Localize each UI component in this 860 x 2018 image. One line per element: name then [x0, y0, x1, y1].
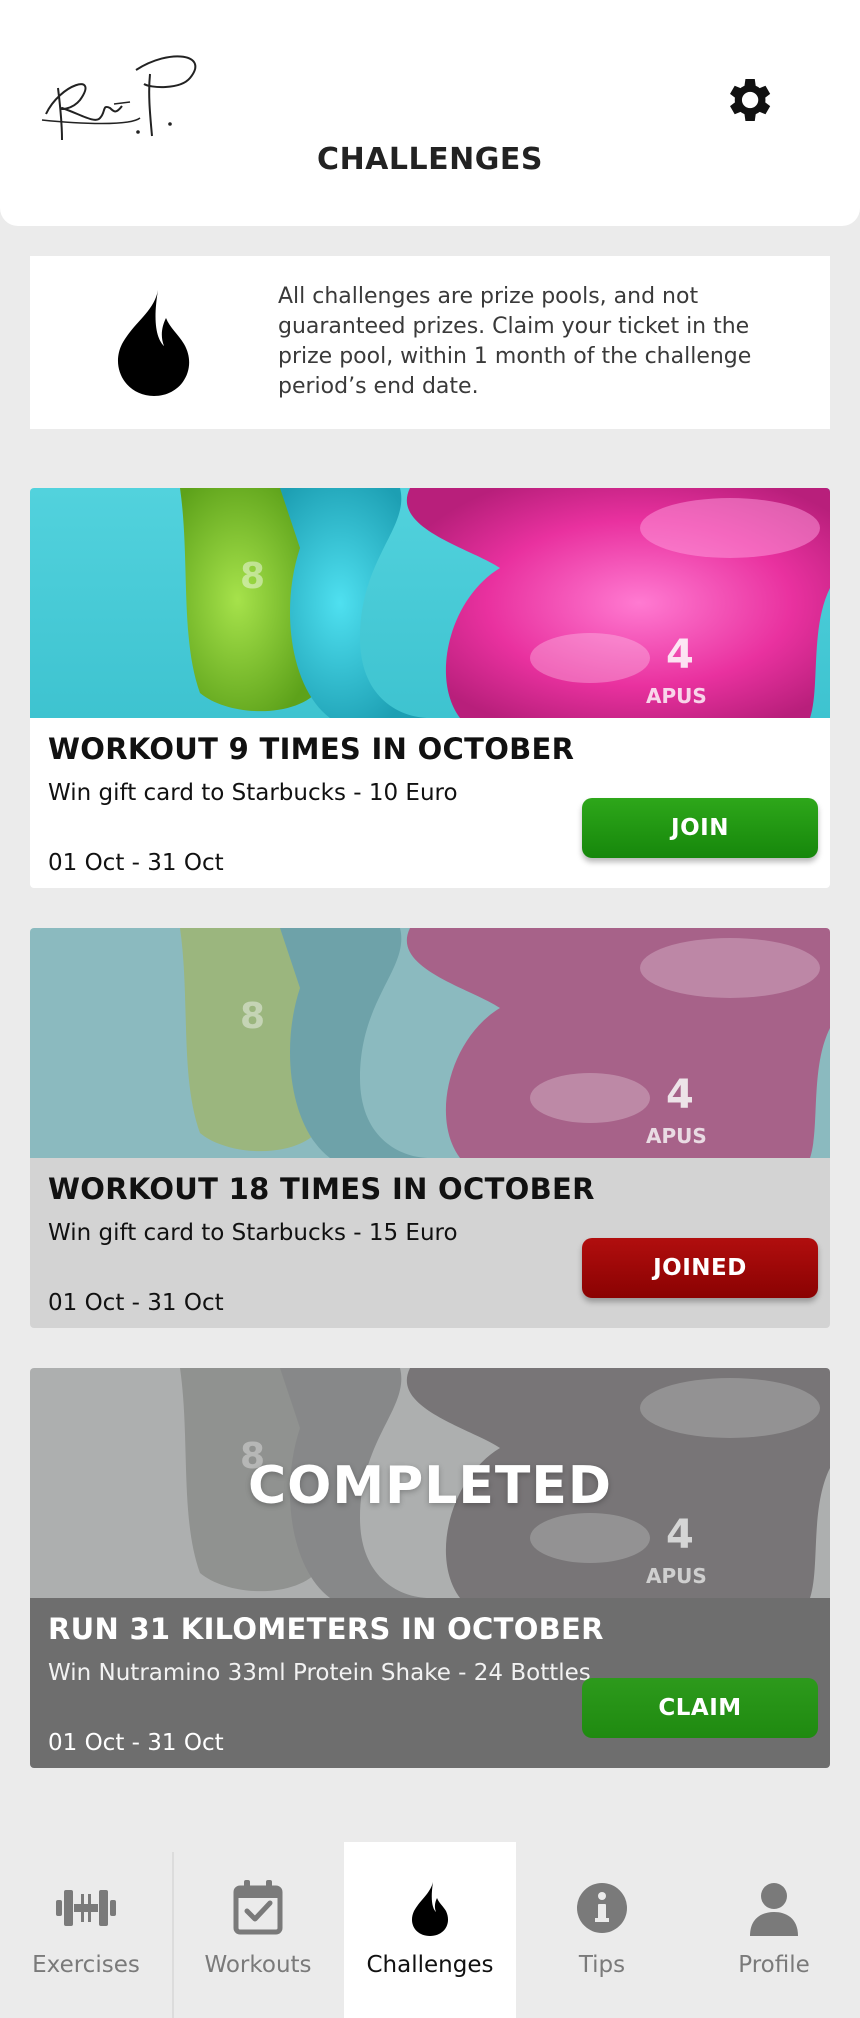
- challenge-card[interactable]: 4 APUS 8 WORKOUT 18 TIMES IN OCTOBER Win…: [30, 928, 830, 1328]
- user-icon: [750, 1883, 798, 1936]
- calendar-check-icon: [233, 1880, 283, 1935]
- challenge-title: WORKOUT 9 TIMES IN OCTOBER: [48, 732, 575, 766]
- nav-item-tips[interactable]: Tips: [516, 1842, 688, 2018]
- nav-label: Exercises: [32, 1952, 140, 1978]
- challenge-dates: 01 Oct - 31 Oct: [48, 850, 224, 876]
- nav-item-exercises[interactable]: Exercises: [0, 1842, 172, 2018]
- challenge-image: 4 APUS 8: [30, 928, 830, 1158]
- nav-label: Workouts: [204, 1952, 312, 1978]
- kettlebell-number: 4: [666, 632, 694, 678]
- challenge-prize: Win Nutramino 33ml Protein Shake - 24 Bo…: [48, 1660, 591, 1686]
- completed-overlay: COMPLETED: [247, 1456, 613, 1516]
- challenge-image: 4 APUS 8: [30, 488, 830, 718]
- brand-text: APUS: [646, 684, 707, 708]
- challenge-title: RUN 31 KILOMETERS IN OCTOBER: [48, 1612, 604, 1646]
- challenge-card[interactable]: 4 APUS 8 WORKOUT 9 TIMES IN OCTOBER Win …: [30, 488, 830, 888]
- bottom-nav: Exercises Workouts Challenges Tips Profi…: [0, 1842, 860, 2018]
- challenge-prize: Win gift card to Starbucks - 10 Euro: [48, 780, 458, 806]
- kettlebell-number: 8: [240, 996, 265, 1037]
- challenge-image: 4 APUS 8 COMPLETED: [30, 1368, 830, 1598]
- challenge-dates: 01 Oct - 31 Oct: [48, 1290, 224, 1316]
- challenge-body: WORKOUT 18 TIMES IN OCTOBER Win gift car…: [30, 1158, 830, 1328]
- page-title: CHALLENGES: [317, 142, 543, 177]
- kettlebell-number: 4: [666, 1072, 694, 1118]
- brand-text: APUS: [646, 1564, 707, 1588]
- challenge-card[interactable]: 4 APUS 8 COMPLETED RUN 31 KILOMETERS IN …: [30, 1368, 830, 1768]
- nav-item-workouts[interactable]: Workouts: [172, 1842, 344, 2018]
- app-header: CHALLENGES: [0, 0, 860, 226]
- kettlebell-number: 8: [240, 556, 265, 597]
- join-button[interactable]: JOIN: [582, 798, 818, 858]
- nav-item-challenges[interactable]: Challenges: [344, 1842, 516, 2018]
- kettlebell-number: 4: [666, 1512, 694, 1558]
- nav-label: Challenges: [366, 1952, 494, 1978]
- info-text: All challenges are prize pools, and not …: [278, 284, 752, 399]
- brand-text: APUS: [646, 1124, 707, 1148]
- challenge-prize: Win gift card to Starbucks - 15 Euro: [48, 1220, 458, 1246]
- nav-label: Profile: [738, 1952, 810, 1978]
- info-circle-icon: [577, 1883, 627, 1933]
- challenge-body: RUN 31 KILOMETERS IN OCTOBER Win Nutrami…: [30, 1598, 830, 1768]
- nav-label: Tips: [578, 1952, 626, 1978]
- flame-icon: [117, 290, 190, 396]
- challenge-body: WORKOUT 9 TIMES IN OCTOBER Win gift card…: [30, 718, 830, 888]
- challenge-title: WORKOUT 18 TIMES IN OCTOBER: [48, 1172, 595, 1206]
- claim-button[interactable]: CLAIM: [582, 1678, 818, 1738]
- signature-logo: [41, 55, 197, 141]
- dumbbell-icon: [56, 1890, 116, 1926]
- joined-button[interactable]: JOINED: [582, 1238, 818, 1298]
- challenge-dates: 01 Oct - 31 Oct: [48, 1730, 224, 1756]
- gear-icon[interactable]: [720, 72, 776, 128]
- nav-item-profile[interactable]: Profile: [688, 1842, 860, 2018]
- flame-icon: [411, 1882, 449, 1936]
